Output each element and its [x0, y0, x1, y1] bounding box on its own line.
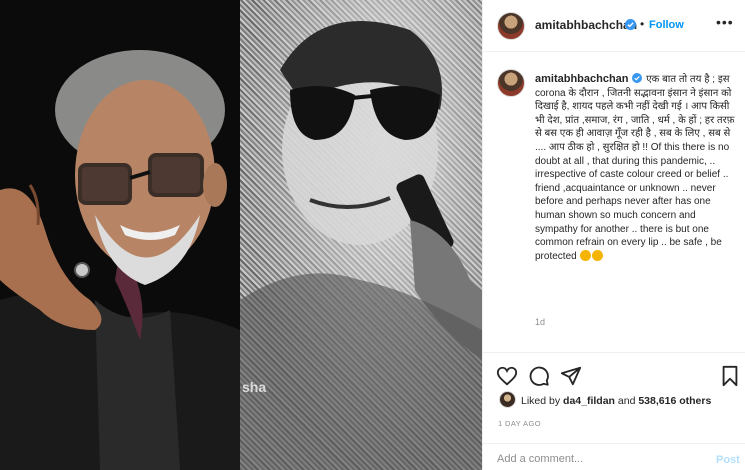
caption-age: 1d: [535, 317, 546, 327]
heart-icon[interactable]: [496, 365, 518, 387]
liked-by-label: Liked by: [521, 395, 561, 407]
author-username[interactable]: amitabhbachchan: [535, 18, 637, 32]
bookmark-icon[interactable]: [719, 365, 741, 387]
paper-plane-icon[interactable]: [560, 365, 582, 387]
next-comment-peek: [497, 345, 737, 351]
verified-badge-icon: [632, 73, 643, 83]
comment-input[interactable]: [497, 449, 687, 469]
post-photo-right: sha: [240, 0, 482, 470]
post-comment-button[interactable]: Post: [716, 454, 740, 466]
add-comment-bar: Post: [483, 443, 745, 470]
post-header: amitabhbachchan • Follow •••: [483, 0, 745, 52]
verified-badge-icon: [625, 19, 636, 30]
folded-hands-emoji-icon: [592, 249, 604, 261]
author-avatar[interactable]: [497, 12, 525, 40]
post-timestamp[interactable]: 1 DAY AGO: [498, 419, 541, 428]
and-label: and: [617, 395, 636, 407]
post-photo-left: [0, 0, 240, 470]
caption: amitabhbachchan एक बात तो तय है ; इस cor…: [535, 73, 735, 263]
post-side-panel: amitabhbachchan • Follow ••• amitabhbach…: [482, 0, 745, 470]
likes-summary: Liked by da4_fildan and 538,616 others: [521, 395, 711, 407]
watermark-text: sha: [242, 379, 266, 395]
separator-dot: •: [640, 17, 645, 31]
others-count-link[interactable]: 538,616 others: [638, 395, 711, 407]
post-media[interactable]: sha: [0, 0, 482, 470]
caption-author-avatar[interactable]: [497, 69, 525, 97]
comment-bubble-icon[interactable]: [528, 365, 550, 387]
liker-avatar[interactable]: [499, 391, 516, 408]
portrait-illustration: [0, 50, 240, 470]
post-actions: Liked by da4_fildan and 538,616 others 1…: [483, 352, 745, 470]
caption-username[interactable]: amitabhbachchan: [535, 73, 629, 85]
folded-hands-emoji-icon: [580, 249, 592, 261]
more-options-button[interactable]: •••: [716, 14, 734, 30]
caption-section: amitabhbachchan एक बात तो तय है ; इस cor…: [483, 53, 745, 351]
vintage-photo-illustration: sha: [240, 21, 482, 470]
caption-text: एक बात तो तय है ; इस corona के दौरान , ज…: [535, 74, 735, 262]
liked-by-user-link[interactable]: da4_fildan: [563, 395, 615, 407]
follow-button[interactable]: Follow: [649, 19, 684, 31]
